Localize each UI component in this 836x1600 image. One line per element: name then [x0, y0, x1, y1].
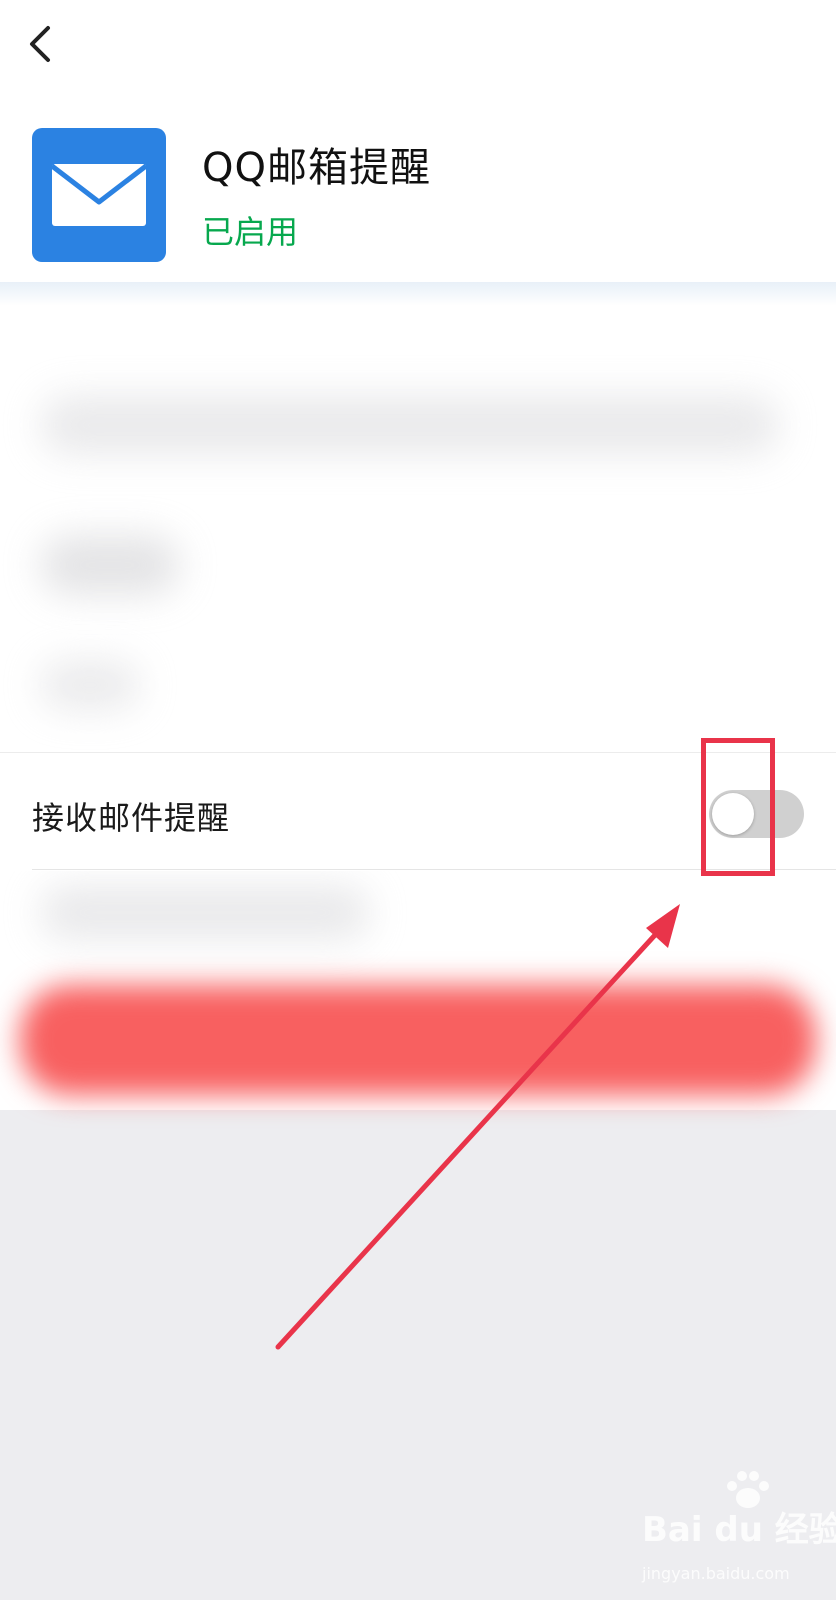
annotation-arrow [275, 904, 680, 1350]
watermark-sub: jingyan.baidu.com [642, 1564, 790, 1583]
baidu-jingyan-watermark: Bai du 经验 jingyan.baidu.com [642, 1468, 836, 1588]
watermark-main: Bai du 经验 [642, 1510, 836, 1550]
